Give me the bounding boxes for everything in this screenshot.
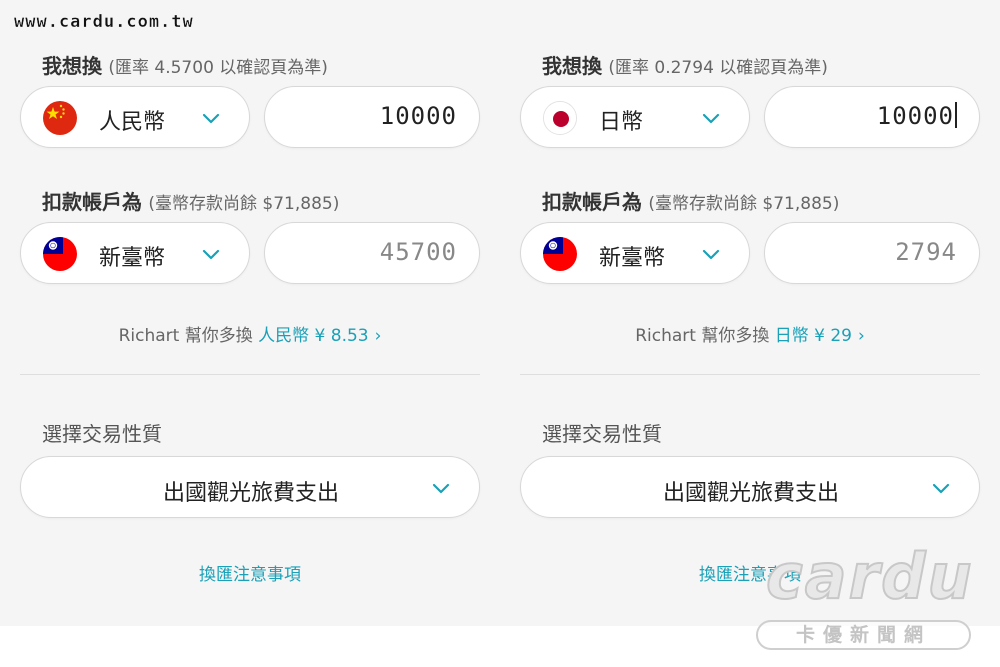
- japan-flag-icon: [543, 101, 577, 135]
- want-amount-value: 10000: [379, 102, 457, 130]
- chevron-right-icon: ›: [374, 326, 382, 346]
- text-cursor: [955, 102, 957, 128]
- purpose-label: 選擇交易性質: [542, 422, 662, 446]
- purpose-label: 選擇交易性質: [42, 422, 162, 446]
- purpose-value: 出國觀光旅費支出: [662, 481, 839, 506]
- divider: [520, 374, 980, 375]
- exchange-panel-cny: 我想換 (匯率 4.5700 以確認頁為準) 人民幣 10000 扣款帳戶為 (…: [20, 0, 480, 667]
- purpose-select[interactable]: 出國觀光旅費支出: [20, 456, 480, 518]
- chevron-down-icon: [932, 483, 950, 494]
- chevron-down-icon: [702, 113, 720, 124]
- want-currency-name: 日幣: [599, 110, 644, 135]
- want-amount-input[interactable]: 10000: [764, 86, 980, 148]
- richart-bonus-link[interactable]: Richart 幫你多換 人民幣 ¥ 8.53 ›: [20, 321, 480, 346]
- debit-currency-select[interactable]: 新臺幣: [520, 222, 750, 284]
- debit-label-row: 扣款帳戶為 (臺幣存款尚餘 $71,885): [542, 186, 839, 215]
- debit-amount-input[interactable]: 45700: [264, 222, 480, 284]
- watermark-brand: cardu: [765, 539, 974, 614]
- debit-label-row: 扣款帳戶為 (臺幣存款尚餘 $71,885): [42, 186, 339, 215]
- exchange-rate-note: (匯率 0.2794 以確認頁為準): [608, 58, 828, 78]
- want-label: 我想換: [42, 54, 102, 78]
- divider: [20, 374, 480, 375]
- want-currency-select[interactable]: 人民幣: [20, 86, 250, 148]
- want-label: 我想換: [542, 54, 602, 78]
- chevron-down-icon: [702, 249, 720, 260]
- exchange-rate-note: (匯率 4.5700 以確認頁為準): [108, 58, 328, 78]
- richart-prefix: Richart 幫你多換: [635, 326, 770, 346]
- richart-bonus-link[interactable]: Richart 幫你多換 日幣 ¥ 29 ›: [520, 321, 980, 346]
- richart-prefix: Richart 幫你多換: [118, 326, 253, 346]
- cardu-watermark-logo: cardu 卡優新聞網: [756, 539, 986, 655]
- watermark-subtitle: 卡優新聞網: [756, 620, 971, 650]
- chevron-down-icon: [202, 113, 220, 124]
- purpose-value: 出國觀光旅費支出: [162, 481, 339, 506]
- debit-label: 扣款帳戶為: [42, 190, 142, 214]
- balance-note: (臺幣存款尚餘 $71,885): [148, 194, 340, 214]
- china-flag-icon: [43, 101, 77, 135]
- chevron-down-icon: [432, 483, 450, 494]
- debit-currency-name: 新臺幣: [99, 246, 166, 271]
- balance-note: (臺幣存款尚餘 $71,885): [648, 194, 840, 214]
- want-amount-value: 10000: [877, 102, 957, 130]
- debit-label: 扣款帳戶為: [542, 190, 642, 214]
- chevron-down-icon: [202, 249, 220, 260]
- taiwan-flag-icon: [43, 237, 77, 271]
- debit-amount-value: 2794: [895, 238, 957, 266]
- chevron-right-icon: ›: [858, 326, 865, 346]
- want-label-row: 我想換 (匯率 0.2794 以確認頁為準): [542, 50, 828, 79]
- want-currency-select[interactable]: 日幣: [520, 86, 750, 148]
- want-amount-input[interactable]: 10000: [264, 86, 480, 148]
- debit-amount-input[interactable]: 2794: [764, 222, 980, 284]
- want-amount-text: 10000: [876, 102, 954, 130]
- want-currency-name: 人民幣: [99, 110, 166, 135]
- richart-bonus-amount: 日幣 ¥ 29: [774, 326, 852, 346]
- debit-amount-value: 45700: [379, 238, 457, 266]
- debit-currency-select[interactable]: 新臺幣: [20, 222, 250, 284]
- taiwan-flag-icon: [543, 237, 577, 271]
- richart-bonus-amount: 人民幣 ¥ 8.53: [258, 326, 369, 346]
- want-label-row: 我想換 (匯率 4.5700 以確認頁為準): [42, 50, 328, 79]
- debit-currency-name: 新臺幣: [599, 246, 666, 271]
- exchange-notice-link[interactable]: 換匯注意事項: [20, 560, 480, 585]
- purpose-select[interactable]: 出國觀光旅費支出: [520, 456, 980, 518]
